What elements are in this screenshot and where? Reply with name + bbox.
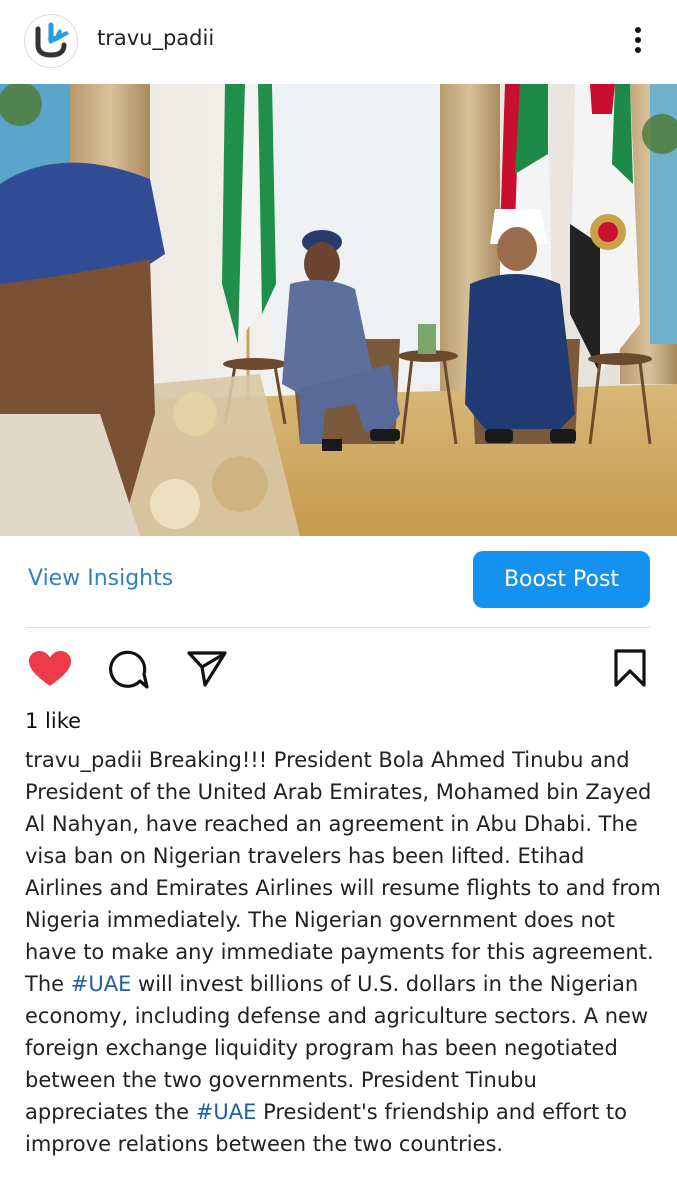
post-username[interactable]: travu_padii [97, 26, 214, 50]
like-count[interactable]: 1 like [25, 709, 81, 733]
logo-icon [35, 22, 69, 58]
view-insights-link[interactable]: View Insights [28, 566, 173, 591]
comment-icon[interactable] [107, 650, 149, 690]
heart-icon[interactable] [28, 650, 72, 688]
boost-post-button[interactable]: Boost Post [473, 551, 650, 608]
caption-text: Breaking!!! President Bola Ahmed Tinubu … [25, 748, 661, 996]
divider [26, 627, 651, 628]
post-photo[interactable] [0, 84, 677, 536]
bookmark-icon[interactable] [612, 649, 648, 687]
post-caption: travu_padii Breaking!!! President Bola A… [25, 744, 665, 1160]
avatar[interactable] [24, 14, 78, 68]
share-icon[interactable] [186, 650, 228, 688]
caption-username[interactable]: travu_padii [25, 748, 142, 772]
hashtag-link[interactable]: #UAE [71, 972, 132, 996]
hashtag-link[interactable]: #UAE [196, 1100, 257, 1124]
more-vertical-icon[interactable] [620, 22, 656, 58]
post-header: travu_padii [0, 0, 677, 84]
